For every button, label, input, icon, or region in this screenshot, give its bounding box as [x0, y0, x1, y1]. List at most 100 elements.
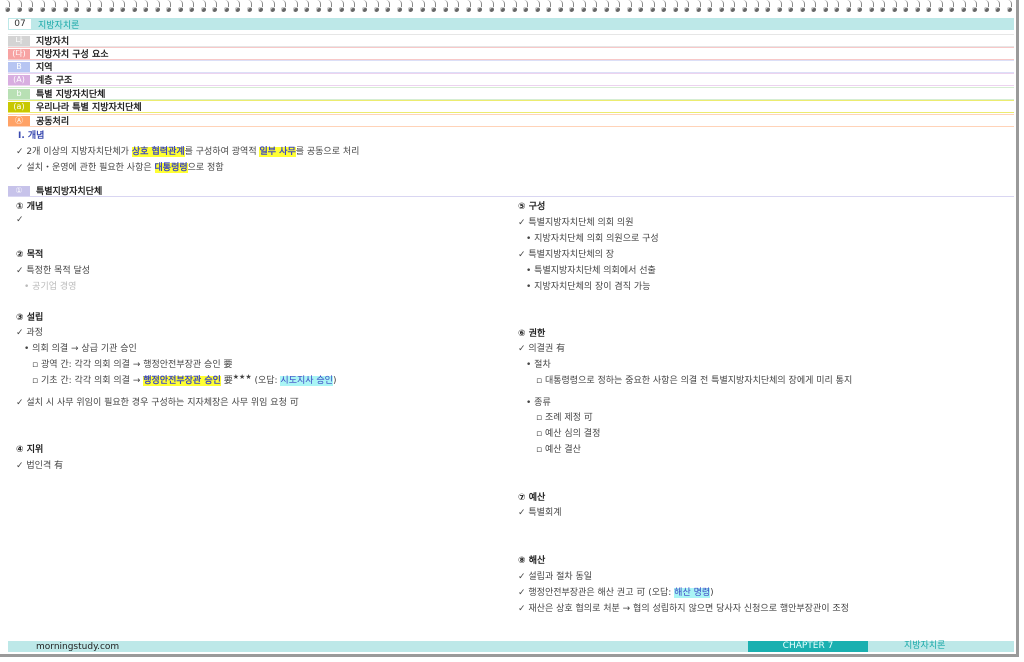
spiral-ring-icon [879, 0, 887, 14]
heading-budget: ⑦ 예산 [518, 493, 546, 503]
toc-item: Ⓐ 공동처리 [8, 114, 1014, 127]
heading-composition: ⑤ 구성 [518, 202, 546, 212]
intro-line-1: ✓ 2개 이상의 지방자치단체가 상호 협력관계를 구성하여 광역적 일부 사무… [16, 144, 359, 157]
highlight: 해산 명령 [674, 588, 711, 598]
site-name: morningstudy.com [36, 641, 120, 652]
spiral-ring-icon [315, 0, 323, 14]
section-title: 특별지방자치단체 [36, 187, 103, 197]
highlight: 일부 사무 [259, 147, 296, 157]
list-item: ▫ 예산 결산 [536, 445, 581, 455]
list-item: • 절차 [526, 360, 551, 370]
spiral-ring-icon [545, 0, 553, 14]
list-item: • 의회 의결 → 상급 기관 승인 [24, 344, 137, 354]
spiral-ring-icon [948, 0, 956, 14]
toc-item: b 특별 지방자치단체 [8, 87, 1014, 100]
spiral-ring-icon [303, 0, 311, 14]
spiral-ring-icon [373, 0, 381, 14]
list-item: ✓ 의결권 有 [518, 344, 566, 354]
spiral-ring-icon [396, 0, 404, 14]
spiral-ring-icon [568, 0, 576, 14]
spiral-ring-icon [119, 0, 127, 14]
heading-establishment: ③ 설립 [16, 313, 44, 323]
spiral-ring-icon [142, 0, 150, 14]
spiral-ring-icon [131, 0, 139, 14]
list-item: ✓ 법인격 有 [16, 461, 64, 471]
spiral-ring-icon [729, 0, 737, 14]
spiral-ring-icon [511, 0, 519, 14]
spiral-ring-icon [246, 0, 254, 14]
highlight: 행정안전부장관 승인 [143, 376, 221, 386]
spiral-ring-icon [741, 0, 749, 14]
divider [8, 100, 1014, 101]
spiral-ring-icon [994, 0, 1002, 14]
text-segment: 2개 이상의 지방자치단체가 [26, 147, 132, 157]
chapter-title: 지방자치론 [38, 20, 80, 31]
spiral-ring-icon [925, 0, 933, 14]
toc-item: 나 지방자치 [8, 34, 1014, 47]
spiral-ring-icon [591, 0, 599, 14]
toc-item: (a) 우리나라 특별 지방자치단체 [8, 100, 1014, 113]
spiral-ring-icon [4, 0, 12, 14]
spiral-ring-icon [614, 0, 622, 14]
text-segment: 으로 정함 [187, 163, 224, 173]
spiral-ring-icon [845, 0, 853, 14]
star-rating: ★★★ [232, 373, 252, 381]
list-item: ✓ 특별회계 [518, 508, 562, 518]
toc-badge: b [8, 88, 30, 99]
text-segment: 를 구성하여 광역적 [184, 147, 260, 157]
divider [8, 73, 1014, 74]
check-icon: ✓ [16, 215, 24, 225]
spiral-ring-icon [753, 0, 761, 14]
spiral-ring-icon [280, 0, 288, 14]
spiral-ring-icon [522, 0, 530, 14]
spiral-ring-icon [488, 0, 496, 14]
check-icon: ✓ [16, 163, 24, 173]
toc-item: (다) 지방자치 구성 요소 [8, 47, 1014, 60]
spiral-ring-icon [349, 0, 357, 14]
toc-badge: Ⓐ [8, 115, 30, 126]
spiral-ring-icon [960, 0, 968, 14]
toc-item: B 지역 [8, 60, 1014, 73]
spiral-binding [4, 0, 1014, 14]
heading-status: ④ 지위 [16, 445, 44, 455]
text-segment: ) [710, 588, 714, 598]
list-item: ✓ 과정 [16, 328, 43, 338]
spiral-ring-icon [165, 0, 173, 14]
footer-title: 지방자치론 [904, 641, 946, 651]
spiral-ring-icon [672, 0, 680, 14]
text-segment: ✓ 행정안전부장관은 해산 권고 可 (오답: [518, 588, 675, 598]
spiral-ring-icon [580, 0, 588, 14]
spiral-ring-icon [660, 0, 668, 14]
spiral-ring-icon [534, 0, 542, 14]
toc-badge: (a) [8, 101, 30, 112]
spiral-ring-icon [626, 0, 634, 14]
spiral-ring-icon [442, 0, 450, 14]
spiral-ring-icon [85, 0, 93, 14]
spiral-ring-icon [257, 0, 265, 14]
check-icon: ✓ [16, 147, 24, 157]
heading-concept: ① 개념 [16, 202, 44, 212]
spiral-ring-icon [39, 0, 47, 14]
highlight: 대통령령 [154, 163, 188, 173]
spiral-ring-icon [649, 0, 657, 14]
section-badge: ① [8, 185, 30, 196]
list-item: • 특별지방자치단체 의회에서 선출 [526, 266, 656, 276]
divider [8, 114, 1014, 115]
spiral-ring-icon [764, 0, 772, 14]
highlight: 시도지사 승인 [280, 376, 333, 386]
spiral-ring-icon [557, 0, 565, 14]
spiral-ring-icon [971, 0, 979, 14]
spiral-ring-icon [695, 0, 703, 14]
spiral-ring-icon [326, 0, 334, 14]
list-item: ✓ 특정한 목적 달성 [16, 266, 91, 276]
spiral-ring-icon [868, 0, 876, 14]
text-segment: (오답: [251, 376, 281, 386]
spiral-ring-icon [787, 0, 795, 14]
list-item: • 종류 [526, 398, 551, 408]
spiral-ring-icon [603, 0, 611, 14]
chapter-number: 07 [9, 19, 31, 29]
toc-badge: (다) [8, 48, 30, 59]
spiral-ring-icon [833, 0, 841, 14]
heading-authority: ⑥ 권한 [518, 329, 546, 339]
list-item: ✓ 행정안전부장관은 해산 권고 可 (오답: 해산 명령) [518, 585, 714, 598]
